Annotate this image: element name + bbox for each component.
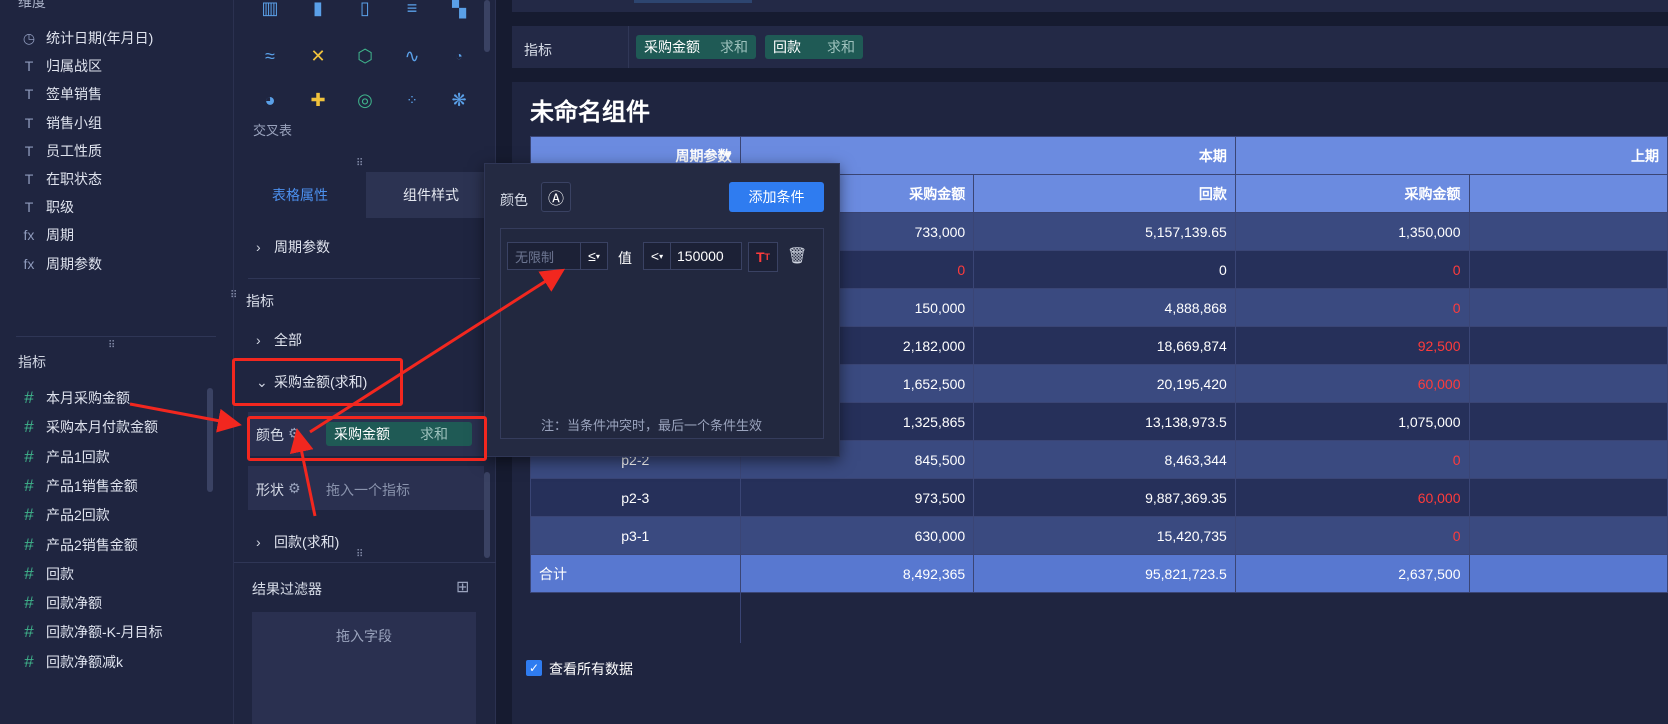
annotation-arrows	[129, 268, 566, 517]
